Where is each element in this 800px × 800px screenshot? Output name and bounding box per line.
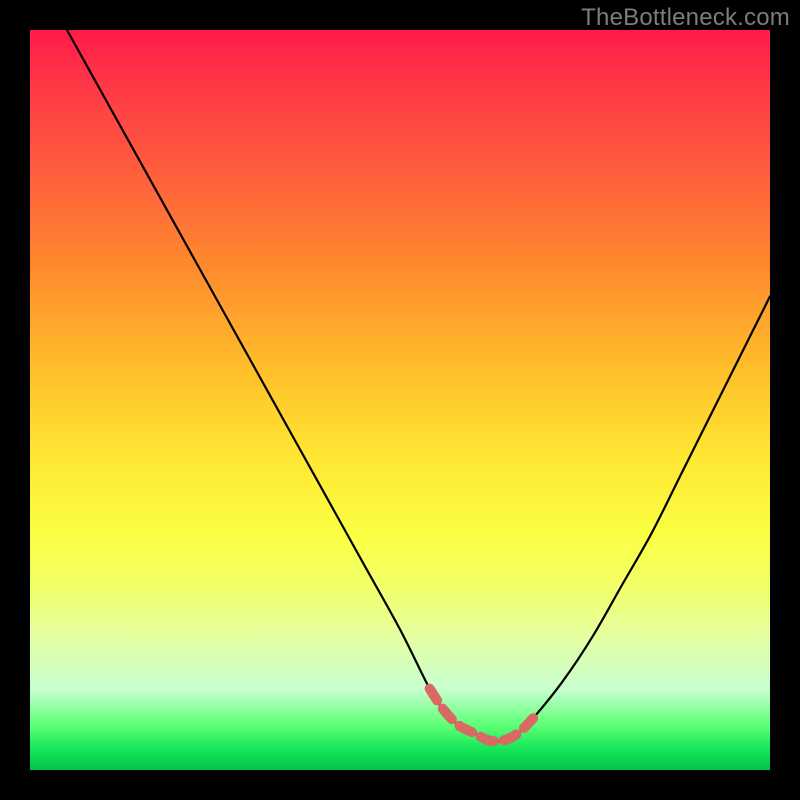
plot-area (30, 30, 770, 770)
highlight-segment (430, 689, 534, 742)
watermark-label: TheBottleneck.com (581, 4, 790, 32)
chart-frame: TheBottleneck.com (0, 0, 800, 800)
curve-line (67, 30, 770, 741)
chart-svg (30, 30, 770, 770)
